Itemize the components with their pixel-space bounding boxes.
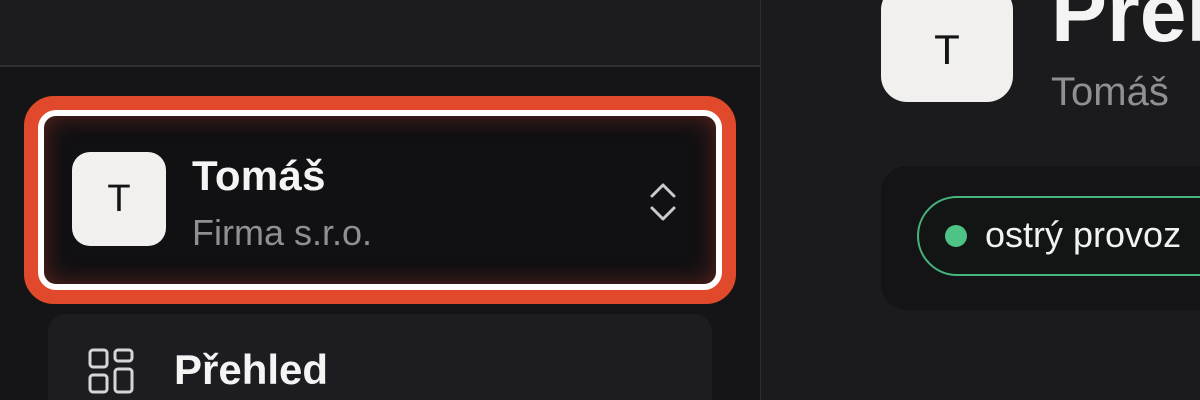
- sidebar-item-prehled[interactable]: Přehled: [48, 314, 712, 400]
- workspace-avatar: T: [72, 152, 166, 246]
- status-label: ostrý provoz: [985, 214, 1182, 255]
- app-root: T Tomáš Firma s.r.o. Přehled T Přehled T…: [0, 0, 1200, 400]
- sidebar-item-label: Přehled: [174, 346, 329, 393]
- page-title: Přehled: [1051, 0, 1200, 59]
- dashboard-grid-icon: [88, 348, 134, 394]
- workspace-switcher-highlight: T Tomáš Firma s.r.o.: [24, 96, 736, 304]
- status-badge[interactable]: ostrý provoz: [917, 196, 1200, 276]
- status-card: ostrý provoz: [881, 166, 1200, 310]
- page-subtitle: Tomáš: [1051, 70, 1169, 114]
- chevron-up-down-icon: [650, 183, 676, 221]
- sidebar-header: [0, 0, 760, 67]
- sidebar: T Tomáš Firma s.r.o. Přehled: [0, 0, 761, 400]
- workspace-switcher-button[interactable]: T Tomáš Firma s.r.o.: [38, 110, 722, 290]
- status-dot-icon: [945, 225, 967, 247]
- main-content: T Přehled Tomáš ostrý provoz: [761, 0, 1200, 400]
- page-avatar: T: [881, 0, 1013, 102]
- workspace-company-name: Firma s.r.o.: [192, 212, 373, 253]
- workspace-user-name: Tomáš: [192, 152, 326, 199]
